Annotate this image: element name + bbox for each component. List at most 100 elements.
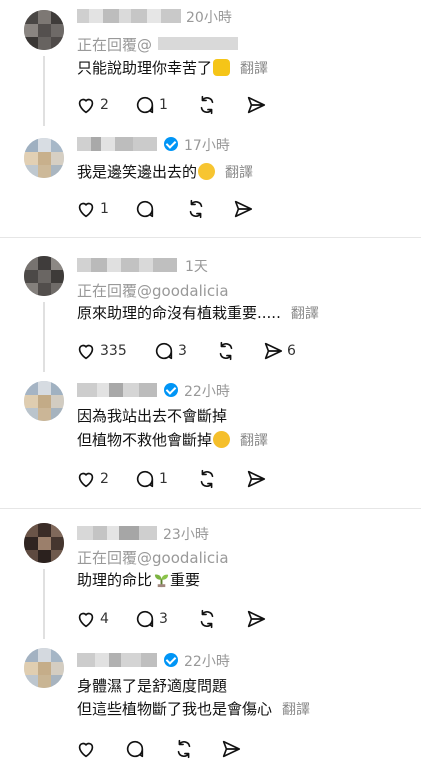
username-blurred[interactable] (77, 137, 157, 151)
reply-handle-blurred[interactable] (158, 37, 238, 50)
comment-text: 只能說助理你幸苦了 翻譯 (77, 57, 268, 80)
comment-body-before: 助理的命比 (77, 571, 153, 589)
send-icon (222, 740, 241, 758)
translate-link[interactable]: 翻譯 (225, 165, 253, 181)
comment-text: 我是邊笑邊出去的 翻譯 (77, 161, 253, 184)
heart-icon (78, 98, 94, 114)
action-bar: 2 1 (75, 467, 275, 491)
reply-button[interactable]: 1 (134, 93, 168, 117)
avatar[interactable] (24, 138, 64, 178)
avatar[interactable] (24, 523, 64, 563)
username-blurred[interactable] (77, 383, 157, 397)
comment-text: 原來助理的命沒有植栽重要..... 翻譯 (77, 302, 319, 325)
username-blurred[interactable] (77, 258, 177, 272)
share-button[interactable] (245, 607, 267, 631)
comment-bubble-icon (136, 200, 154, 218)
action-bar: 1 (75, 197, 275, 221)
like-button[interactable]: 2 (75, 93, 109, 117)
post-time: 20小時 (186, 10, 232, 26)
comment-body: 只能說助理你幸苦了 (77, 59, 213, 77)
comment-bubble-icon (136, 610, 154, 628)
comment-body: 但植物不救他會斷掉 (77, 431, 213, 449)
repost-button[interactable] (196, 93, 218, 117)
repost-icon (200, 469, 214, 489)
share-button[interactable] (245, 467, 267, 491)
translate-link[interactable]: 翻譯 (240, 61, 268, 77)
heart-icon (78, 742, 94, 758)
username-blurred[interactable] (77, 653, 157, 667)
repost-icon (200, 609, 214, 629)
share-button[interactable]: 6 (262, 339, 296, 363)
comment-body: 原來助理的命沒有植栽重要..... (77, 304, 281, 322)
reply-button[interactable]: 3 (153, 339, 187, 363)
like-count: 1 (100, 201, 109, 217)
share-button[interactable] (220, 737, 242, 761)
translate-link[interactable]: 翻譯 (282, 702, 310, 718)
comment-bubble-icon (136, 470, 154, 488)
post-time: 17小時 (184, 138, 230, 154)
rofl-emoji-icon (213, 431, 231, 448)
avatar[interactable] (24, 648, 64, 688)
repost-icon (177, 739, 191, 759)
send-icon (247, 610, 266, 628)
repost-icon (189, 199, 203, 219)
share-button[interactable] (232, 197, 254, 221)
share-button[interactable] (245, 93, 267, 117)
like-count: 2 (100, 471, 109, 487)
avatar[interactable] (24, 256, 64, 296)
replying-to[interactable]: 正在回覆@goodalicia (77, 547, 229, 568)
like-count: 335 (100, 343, 127, 359)
repost-button[interactable] (196, 467, 218, 491)
verified-badge-icon (164, 653, 178, 667)
thumbs-up-emoji-icon (213, 59, 231, 76)
comment-bubble-icon (136, 96, 154, 114)
thread-2: 1天 正在回覆@goodalicia 原來助理的命沒有植栽重要..... 翻譯 3… (0, 238, 421, 508)
like-button[interactable]: 2 (75, 467, 109, 491)
post-time: 1天 (185, 259, 208, 275)
comment-body-after: 重要 (170, 571, 201, 589)
send-icon (234, 200, 253, 218)
like-button[interactable]: 335 (75, 339, 127, 363)
comment-text-line-2: 但這些植物斷了我也是會傷心 翻譯 (77, 698, 310, 721)
comment-bubble-icon (126, 740, 144, 758)
post-time: 23小時 (163, 527, 209, 543)
comment-text: 助理的命比 重要 (77, 569, 200, 591)
comment-text-line-2: 但植物不救他會斷掉 翻譯 (77, 429, 268, 452)
translate-link[interactable]: 翻譯 (240, 433, 268, 449)
thread-line (43, 569, 45, 639)
reply-count: 3 (178, 343, 187, 359)
avatar[interactable] (24, 381, 64, 421)
like-count: 4 (100, 611, 109, 627)
reply-button[interactable] (124, 737, 146, 761)
repost-button[interactable] (173, 737, 195, 761)
reply-button[interactable]: 3 (134, 607, 168, 631)
avatar[interactable] (24, 10, 64, 50)
reply-button[interactable]: 1 (134, 467, 168, 491)
action-bar: 2 1 (75, 93, 275, 117)
translate-link[interactable]: 翻譯 (291, 306, 319, 322)
repost-button[interactable] (185, 197, 207, 221)
thread-3: 23小時 正在回覆@goodalicia 助理的命比 重要 4 3 22小時 身… (0, 509, 421, 761)
username-blurred[interactable] (77, 9, 181, 23)
reply-button[interactable] (134, 197, 156, 221)
thread-line (43, 302, 45, 372)
repost-icon (219, 341, 233, 361)
like-button[interactable]: 4 (75, 607, 109, 631)
thread-1: 20小時 正在回覆@ 只能說助理你幸苦了 翻譯 2 1 17小時 我是邊笑邊出去… (0, 0, 421, 236)
send-icon (264, 342, 283, 360)
action-bar: 4 3 (75, 607, 275, 631)
repost-button[interactable] (196, 607, 218, 631)
laughing-emoji-icon (198, 163, 216, 180)
repost-button[interactable] (215, 339, 237, 363)
heart-icon (78, 612, 94, 628)
replying-to[interactable]: 正在回覆@goodalicia (77, 280, 229, 301)
reply-count: 1 (159, 97, 168, 113)
heart-icon (78, 344, 94, 360)
like-count: 2 (100, 97, 109, 113)
like-button[interactable]: 1 (75, 197, 109, 221)
send-icon (247, 96, 266, 114)
username-blurred[interactable] (77, 526, 157, 540)
post-time: 22小時 (184, 384, 230, 400)
like-button[interactable] (75, 737, 97, 761)
replying-to[interactable]: 正在回覆@ (77, 34, 152, 55)
